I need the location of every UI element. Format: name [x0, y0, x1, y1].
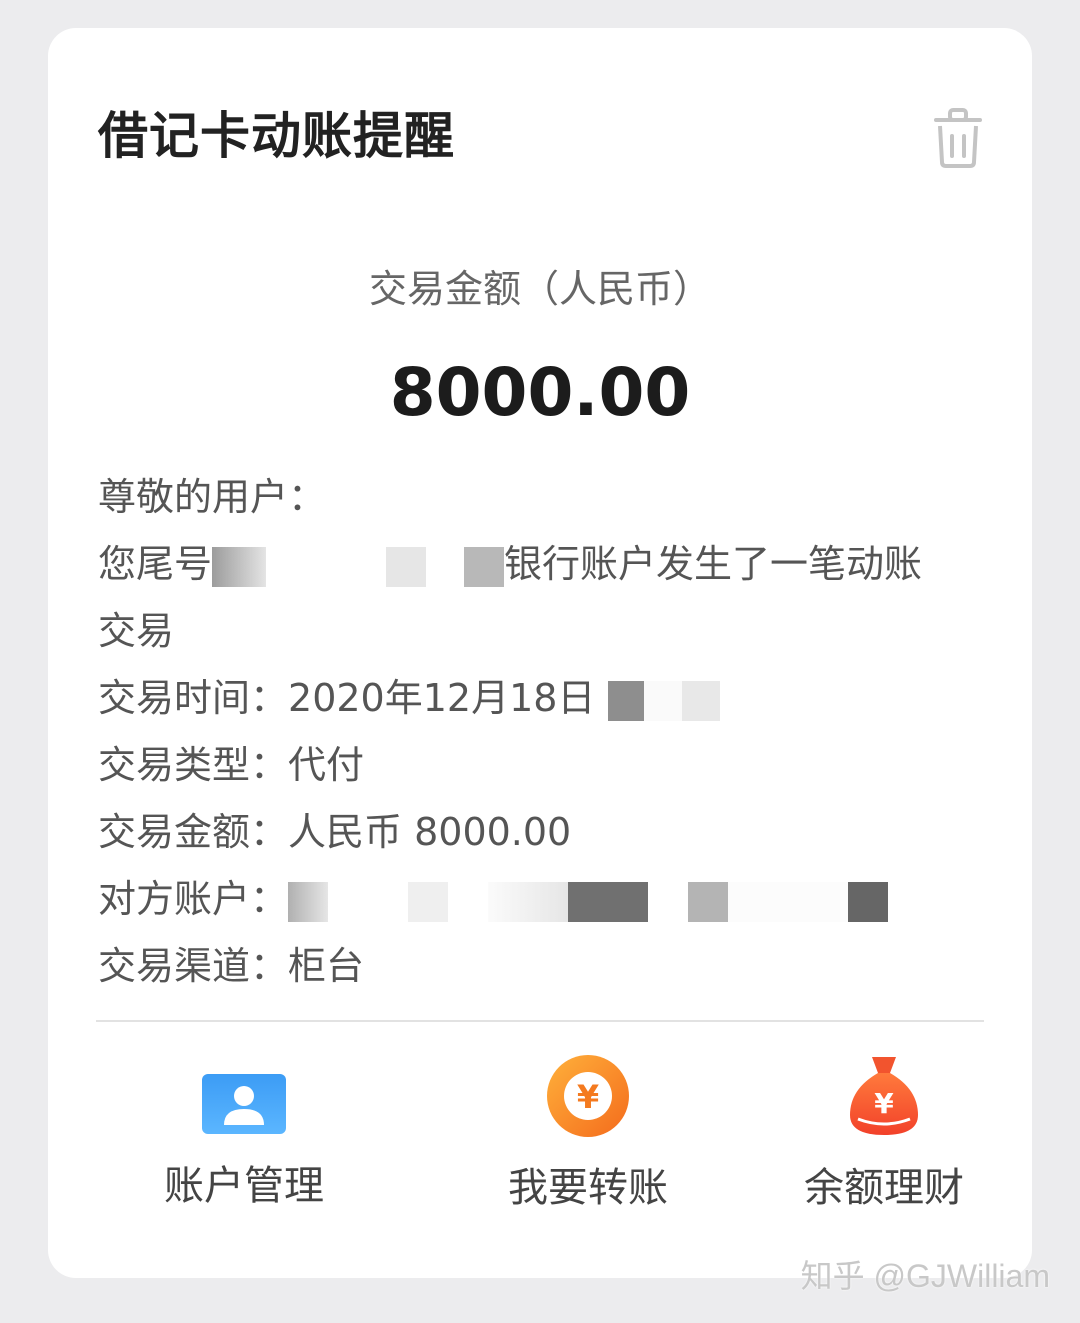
channel-row: 交易渠道：柜台: [98, 933, 978, 1000]
time-row: 交易时间：2020年12月18日: [98, 665, 978, 732]
account-management-label: 账户管理: [164, 1163, 324, 1209]
transaction-word: 交易: [98, 609, 175, 653]
type-label: 交易类型：: [98, 743, 289, 787]
redacted-block: [688, 881, 729, 922]
transaction-line: 交易: [98, 598, 978, 665]
greeting-line: 尊敬的用户：: [98, 464, 978, 531]
counterparty-label: 对方账户：: [98, 877, 289, 921]
redacted-block: [386, 546, 427, 587]
trash-icon[interactable]: [930, 108, 986, 168]
transfer-button[interactable]: ¥ 我要转账: [440, 1055, 736, 1213]
amount-label: 交易金额（人民币）: [368, 267, 711, 311]
counterparty-row: 对方账户：: [98, 866, 978, 933]
redacted-block: [448, 881, 489, 922]
account-suffix: 银行账户发生了一笔动账: [504, 542, 923, 586]
redacted-block: [848, 881, 889, 922]
action-bar: 账户管理 ¥ 我要转账 ¥ 余额理财: [48, 1055, 1032, 1273]
amount-row-label: 交易金额：: [98, 810, 289, 854]
svg-text:¥: ¥: [874, 1087, 894, 1120]
redacted-block: [568, 881, 649, 922]
message-body: 尊敬的用户： 您尾号 银行账户发生了一笔动账 交易 交易时间：2020年12月18…: [98, 464, 978, 1000]
svg-text:¥: ¥: [577, 1078, 599, 1116]
account-line: 您尾号 银行账户发生了一笔动账: [98, 531, 978, 598]
redacted-block: [266, 546, 387, 587]
greeting: 尊敬的用户：: [98, 475, 327, 519]
card-title: 借记卡动账提醒: [98, 107, 455, 165]
type-value: 代付: [288, 743, 365, 787]
watermark: 知乎 @GJWilliam: [800, 1258, 1050, 1294]
account-management-button[interactable]: 账户管理: [96, 1073, 392, 1211]
redacted-block: [328, 881, 409, 922]
money-bag-icon: ¥: [850, 1057, 918, 1135]
redacted-block: [288, 881, 329, 922]
amount-value: 8000.00: [389, 354, 691, 431]
redacted-block: [607, 680, 644, 721]
type-row: 交易类型：代付: [98, 732, 978, 799]
redacted-block: [488, 881, 569, 922]
user-card-icon: [202, 1074, 286, 1134]
wealth-management-label: 余额理财: [804, 1165, 964, 1211]
redacted-block: [728, 881, 849, 922]
wealth-management-button[interactable]: ¥ 余额理财: [736, 1057, 1032, 1213]
divider: [96, 1020, 984, 1022]
redacted-block: [648, 881, 689, 922]
time-value: 2020年12月18日: [288, 676, 596, 720]
redacted-block: [426, 546, 465, 587]
redacted-block: [643, 680, 682, 721]
channel-label: 交易渠道：: [98, 944, 289, 988]
time-label: 交易时间：: [98, 676, 289, 720]
transfer-label: 我要转账: [508, 1165, 668, 1211]
redacted-block: [681, 680, 720, 721]
channel-value: 柜台: [288, 944, 365, 988]
redacted-block: [212, 546, 267, 587]
amount-row: 交易金额：人民币 8000.00: [98, 799, 978, 866]
account-prefix: 您尾号: [98, 542, 213, 586]
redacted-block: [408, 881, 449, 922]
redacted-block: [464, 546, 505, 587]
yuan-coin-icon: ¥: [547, 1055, 629, 1137]
notification-card: 借记卡动账提醒 交易金额（人民币） 8000.00 尊敬的用户： 您尾号 银行账户…: [48, 28, 1032, 1278]
amount-row-value: 人民币 8000.00: [288, 810, 572, 854]
